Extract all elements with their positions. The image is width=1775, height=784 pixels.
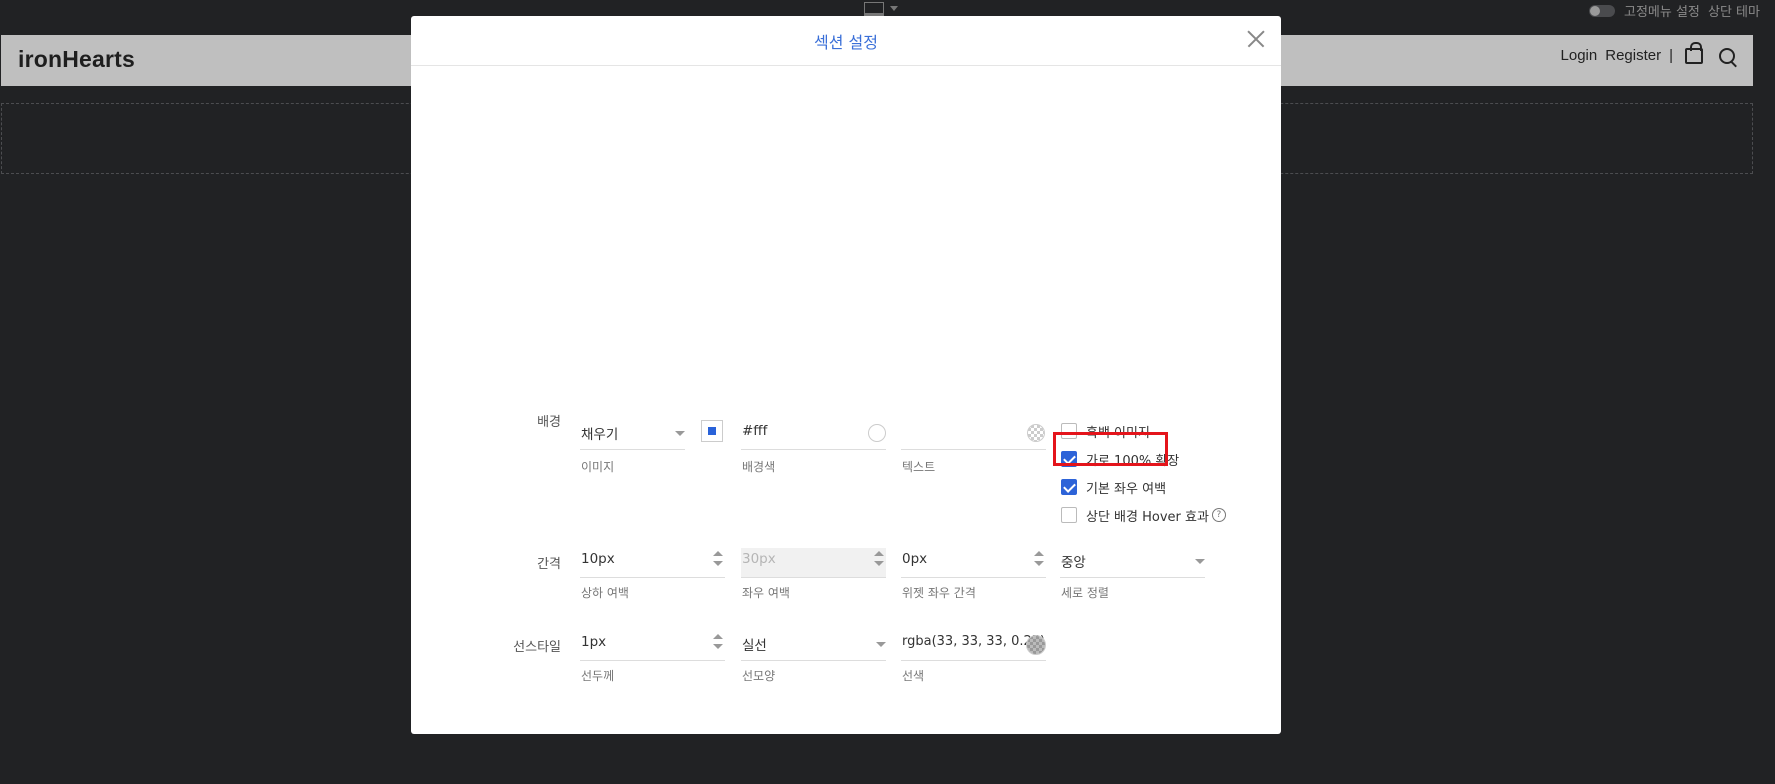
transparent-color-icon[interactable] — [1027, 424, 1045, 442]
line-width-value: 1px — [581, 634, 607, 650]
close-icon[interactable] — [1247, 30, 1265, 48]
stepper-icon — [874, 551, 884, 569]
chevron-down-icon[interactable] — [890, 6, 898, 11]
option-label: 기본 좌우 여백 — [1086, 481, 1167, 497]
top-theme-button[interactable]: 상단 테마 — [1708, 1, 1760, 20]
vertical-align-sublabel: 세로 정렬 — [1061, 586, 1109, 600]
color-fill-icon[interactable] — [701, 420, 723, 442]
header-hover-checkbox[interactable] — [1061, 507, 1077, 523]
help-icon[interactable]: ? — [1211, 508, 1226, 522]
color-picker-icon[interactable] — [868, 424, 886, 442]
stepper-icon[interactable] — [713, 551, 723, 569]
stepper-icon[interactable] — [1034, 551, 1044, 569]
horizontal-padding-input: 30px — [741, 548, 886, 578]
color-fill-swatch — [708, 427, 716, 435]
background-color-input[interactable]: #fff — [741, 420, 886, 450]
device-preview-icon[interactable] — [864, 2, 884, 17]
text-color-input[interactable] — [901, 420, 1046, 450]
login-link[interactable]: Login — [1561, 47, 1598, 64]
line-color-value: rgba(33, 33, 33, 0.25) — [902, 634, 1046, 649]
background-label: 배경 — [537, 415, 561, 430]
stepper-icon[interactable] — [713, 634, 723, 652]
modal-title: 섹션 설정 — [814, 33, 878, 52]
site-logo[interactable]: ironHearts — [18, 46, 135, 73]
nav-separator: | — [1669, 47, 1673, 64]
header-nav: Login Register | — [1561, 41, 1735, 64]
default-padding-checkbox[interactable] — [1061, 479, 1077, 495]
widget-gap-value: 0px — [902, 551, 928, 567]
line-shape-sublabel: 선모양 — [742, 669, 776, 683]
option-header-hover[interactable]: 상단 배경 Hover 효과 ? — [1061, 505, 1226, 525]
background-color-sublabel: 배경색 — [742, 460, 776, 474]
line-color-sublabel: 선색 — [902, 669, 925, 683]
line-color-input[interactable]: rgba(33, 33, 33, 0.25) — [901, 631, 1046, 661]
text-color-sublabel: 텍스트 — [902, 460, 936, 474]
vertical-padding-value: 10px — [581, 551, 615, 567]
line-width-sublabel: 선두께 — [581, 669, 615, 683]
widget-gap-sublabel: 위젯 좌우 간격 — [902, 586, 976, 600]
fixed-menu-label[interactable]: 고정메뉴 설정 — [1624, 1, 1700, 20]
line-color-picker-icon[interactable] — [1026, 635, 1046, 655]
register-link[interactable]: Register — [1605, 47, 1661, 64]
section-settings-modal: 섹션 설정 배경 채우기 이미지 #fff 배경색 텍스트 흑백 이미지 가로 … — [411, 16, 1281, 734]
search-icon[interactable] — [1719, 47, 1735, 64]
vertical-padding-sublabel: 상하 여백 — [581, 586, 629, 600]
modal-header: 섹션 설정 — [411, 16, 1281, 66]
line-width-input[interactable]: 1px — [580, 631, 725, 661]
widget-gap-input[interactable]: 0px — [901, 548, 1046, 578]
line-shape-select[interactable]: 실선 — [741, 631, 886, 661]
chevron-down-icon — [876, 642, 886, 647]
background-image-value: 채우기 — [581, 427, 619, 443]
line-shape-value: 실선 — [742, 638, 767, 654]
background-color-value: #fff — [742, 423, 768, 439]
spacing-label: 간격 — [537, 557, 561, 572]
vertical-align-value: 중앙 — [1061, 555, 1086, 571]
shopping-bag-icon[interactable] — [1685, 41, 1703, 64]
vertical-padding-input[interactable]: 10px — [580, 548, 725, 578]
option-label: 상단 배경 Hover 효과 — [1086, 509, 1209, 525]
background-image-select[interactable]: 채우기 — [580, 420, 685, 450]
background-image-sublabel: 이미지 — [581, 460, 615, 474]
chevron-down-icon — [675, 431, 685, 436]
toggle-knob — [1590, 6, 1600, 16]
option-default-padding[interactable]: 기본 좌우 여백 — [1061, 477, 1166, 497]
highlight-annotation — [1053, 432, 1168, 466]
line-style-label: 선스타일 — [513, 640, 561, 655]
fixed-menu-toggle[interactable] — [1589, 5, 1615, 17]
chevron-down-icon — [1195, 559, 1205, 564]
vertical-align-select[interactable]: 중앙 — [1060, 548, 1205, 578]
horizontal-padding-value: 30px — [742, 551, 776, 567]
horizontal-padding-sublabel: 좌우 여백 — [742, 586, 790, 600]
